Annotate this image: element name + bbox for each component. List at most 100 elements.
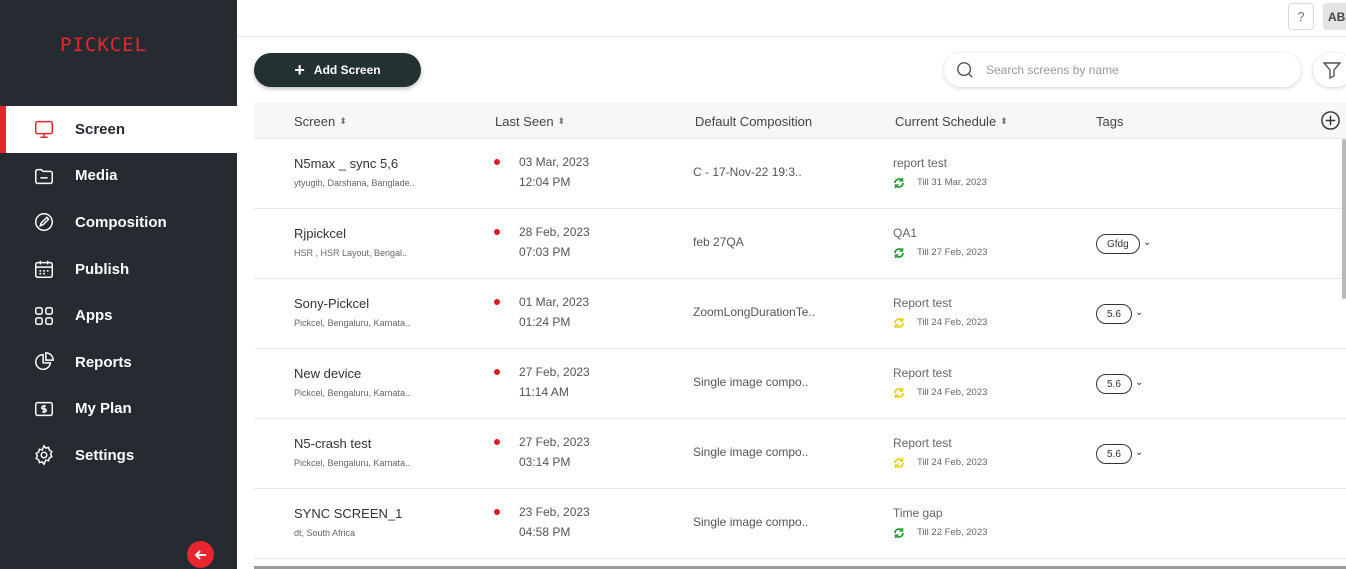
collapse-sidebar-button[interactable] [187,541,214,568]
sort-icon: ⬍ [557,115,566,126]
default-composition[interactable]: C - 17-Nov-22 19:3.. [693,165,802,179]
column-header-current-schedule[interactable]: Current Schedule ⬍ [895,103,1008,139]
sidebar-item-media[interactable]: Media [0,153,237,200]
last-seen-time: 01:24 PM [519,315,571,329]
screen-location: Pickcel, Bengaluru, Karnata.. [294,458,411,468]
screen-name[interactable]: Rjpickcel [294,226,346,241]
current-schedule[interactable]: report test [893,156,947,170]
column-header-last-seen[interactable]: Last Seen ⬍ [495,103,565,139]
table-row[interactable]: New device Pickcel, Bengaluru, Karnata..… [254,349,1346,419]
calendar-icon [33,258,55,280]
last-seen-time: 11:14 AM [519,385,569,399]
default-composition[interactable]: Single image compo.. [693,515,808,529]
default-composition[interactable]: Single image compo.. [693,375,808,389]
sort-icon: ⬍ [339,115,347,126]
tag-chip[interactable]: 5.6 [1096,304,1132,324]
chevron-down-icon[interactable]: ⌄ [1135,307,1143,318]
sidebar-item-label: Reports [75,353,132,371]
monitor-icon [33,118,55,140]
sort-icon: ⬍ [1000,115,1008,126]
sidebar-item-my-plan[interactable]: My Plan [0,386,237,433]
current-schedule[interactable]: Report test [893,436,952,450]
last-seen-date: 28 Feb, 2023 [519,225,590,239]
sync-icon [893,526,905,538]
search-box[interactable] [944,53,1301,87]
current-schedule[interactable]: Time gap [893,506,943,520]
current-schedule[interactable]: Report test [893,366,952,380]
search-icon [957,62,973,78]
sidebar-item-reports[interactable]: Reports [0,339,237,386]
sidebar: PICKCEL Screen Media Composition Publish [0,0,237,569]
screen-name[interactable]: N5max _ sync 5,6 [294,156,398,171]
screen-location: dt, South Africa [294,528,356,538]
sidebar-nav: Screen Media Composition Publish Apps Re… [0,106,237,479]
offline-status-dot [494,299,500,305]
screen-name[interactable]: New device [294,366,361,381]
sidebar-item-label: My Plan [75,400,132,418]
current-schedule[interactable]: QA1 [893,226,917,240]
column-header-label: Tags [1096,113,1124,129]
column-header-tags: Tags [1096,103,1123,139]
sync-icon [893,246,905,258]
schedule-till-date: Till 22 Feb, 2023 [917,527,988,538]
column-header-label: Last Seen [495,113,554,129]
offline-status-dot [494,159,500,165]
default-composition[interactable]: feb 27QA [693,235,744,249]
tag-chip[interactable]: 5.6 [1096,444,1132,464]
edit-icon [33,211,55,233]
default-composition[interactable]: ZoomLongDurationTe.. [693,305,815,319]
column-header-screen[interactable]: Screen ⬍ [294,103,347,139]
table-row[interactable]: Sony-Pickcel Pickcel, Bengaluru, Karnata… [254,279,1346,349]
column-header-label: Default Composition [695,113,813,129]
table-row[interactable]: SYNC SCREEN_1 dt, South Africa 23 Feb, 2… [254,489,1346,559]
help-button[interactable]: ? [1288,3,1314,30]
offline-status-dot [494,369,500,375]
schedule-till-date: Till 31 Mar, 2023 [917,177,987,188]
folder-icon [33,165,55,187]
sidebar-item-apps[interactable]: Apps [0,292,237,339]
sidebar-item-label: Publish [75,260,130,278]
last-seen-date: 27 Feb, 2023 [519,365,590,379]
last-seen-time: 04:58 PM [519,525,571,539]
table-row[interactable]: N5max _ sync 5,6 ytyugih, Darshana, Bang… [254,139,1346,209]
table-row[interactable]: Rjpickcel HSR , HSR Layout, Bengal.. 28 … [254,209,1346,279]
add-screen-label: Add Screen [313,63,381,77]
schedule-till-date: Till 24 Feb, 2023 [917,317,988,328]
screen-name[interactable]: Sony-Pickcel [294,296,369,311]
chevron-down-icon[interactable]: ⌄ [1143,237,1151,248]
table-row[interactable]: N5-crash test Pickcel, Bengaluru, Karnat… [254,419,1346,489]
screen-location: HSR , HSR Layout, Bengal.. [294,248,408,258]
column-header-label: Screen [294,113,336,129]
chevron-down-icon[interactable]: ⌄ [1135,377,1143,388]
search-input[interactable] [986,63,1286,77]
screen-name[interactable]: N5-crash test [294,436,371,451]
pickcel-logo[interactable]: PICKCEL [60,34,147,56]
tag-chip[interactable]: Gfdg [1096,234,1140,254]
last-seen-date: 03 Mar, 2023 [519,155,590,169]
screen-name[interactable]: SYNC SCREEN_1 [294,506,402,521]
sync-icon [893,456,905,468]
offline-status-dot [494,439,500,445]
current-schedule[interactable]: Report test [893,296,952,310]
last-seen-date: 01 Mar, 2023 [519,295,590,309]
sidebar-item-screen[interactable]: Screen [0,106,237,153]
avatar[interactable]: AB [1323,3,1346,30]
add-column-button[interactable] [1320,110,1341,131]
sidebar-item-composition[interactable]: Composition [0,199,237,246]
add-screen-button[interactable]: + Add Screen [254,53,421,87]
gear-icon [33,444,55,467]
screen-location: Pickcel, Bengaluru, Karnata.. [294,388,411,398]
last-seen-time: 12:04 PM [519,175,571,189]
sidebar-item-label: Composition [75,213,167,231]
default-composition[interactable]: Single image compo.. [693,445,808,459]
sidebar-item-settings[interactable]: Settings [0,432,237,479]
sidebar-item-publish[interactable]: Publish [0,246,237,293]
offline-status-dot [494,509,500,515]
chevron-down-icon[interactable]: ⌄ [1135,447,1143,458]
arrow-left-icon [194,549,206,560]
tag-chip[interactable]: 5.6 [1096,374,1132,394]
scrollbar[interactable] [1342,139,1346,299]
schedule-till-date: Till 24 Feb, 2023 [917,457,988,468]
filter-button[interactable] [1313,53,1346,87]
table-header: Screen ⬍ Last Seen ⬍ Default Composition C… [254,103,1346,139]
